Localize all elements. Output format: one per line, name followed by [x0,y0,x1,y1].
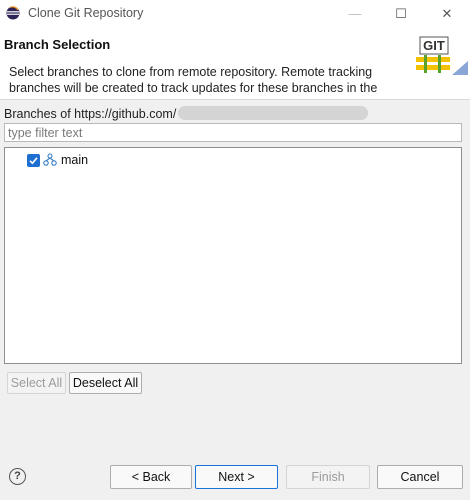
deselect-all-button[interactable]: Deselect All [69,372,142,394]
wizard-header: Branch Selection Select branches to clon… [0,27,470,100]
branch-item-main[interactable]: main [27,152,88,168]
git-logo-icon: GIT [416,36,468,75]
close-button[interactable]: ✕ [424,0,470,27]
page-title: Branch Selection [4,37,111,52]
page-description: Select branches to clone from remote rep… [9,65,378,95]
branches-label: Branches of https://github.com/ [4,106,369,121]
branch-tree[interactable]: main [4,147,462,364]
select-all-button[interactable]: Select All [7,372,66,394]
redacted-url [178,106,369,120]
branches-label-text: Branches of https://github.com/ [4,107,177,121]
checkmark-icon [29,156,38,164]
window-title: Clone Git Repository [28,6,144,20]
finish-button[interactable]: Finish [286,465,370,489]
branch-checkbox[interactable] [27,153,40,167]
title-bar: Clone Git Repository — ☐ ✕ [0,0,470,27]
help-icon[interactable]: ? [9,468,26,485]
back-button[interactable]: < Back [110,465,192,489]
minimize-button[interactable]: — [332,0,378,27]
clone-git-repository-dialog: Clone Git Repository — ☐ ✕ Branch Select… [0,0,470,500]
next-button[interactable]: Next > [195,465,278,489]
cancel-button[interactable]: Cancel [377,465,463,489]
branch-name: main [61,153,89,167]
branch-icon [43,153,57,166]
eclipse-icon [6,6,20,20]
maximize-button[interactable]: ☐ [378,0,424,27]
git-logo-text: GIT [423,38,445,53]
filter-input[interactable] [4,123,462,142]
